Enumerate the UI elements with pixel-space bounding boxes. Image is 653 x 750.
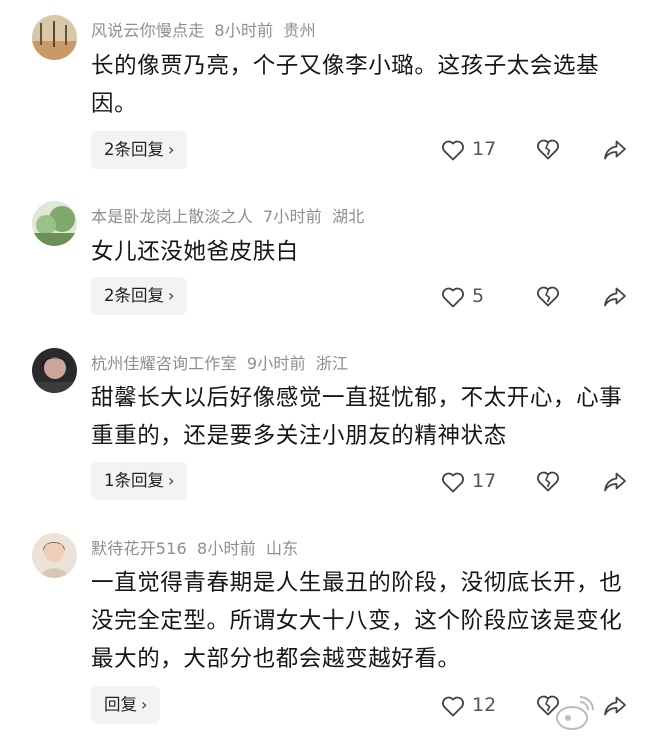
username[interactable]: 本是卧龙岗上散淡之人	[91, 207, 253, 226]
avatar[interactable]	[32, 15, 77, 60]
username[interactable]: 风说云你慢点走	[91, 21, 204, 40]
username[interactable]: 杭州佳耀咨询工作室	[91, 354, 237, 373]
comment-meta: 风说云你慢点走 8小时前 贵州	[91, 17, 326, 41]
timestamp: 7小时前	[263, 207, 322, 226]
heart-outline-icon[interactable]	[441, 471, 465, 497]
heart-outline-icon[interactable]	[441, 695, 465, 721]
broken-heart-icon[interactable]	[536, 470, 560, 496]
like-count: 5	[472, 285, 485, 307]
share-arrow-icon[interactable]	[603, 286, 627, 312]
comment-meta: 本是卧龙岗上散淡之人 7小时前 湖北	[91, 203, 374, 227]
comment-meta: 杭州佳耀咨询工作室 9小时前 浙江	[91, 350, 358, 374]
comment-meta: 默待花开516 8小时前 山东	[91, 535, 308, 559]
share-arrow-icon[interactable]	[603, 139, 627, 165]
comment-actions: 5	[0, 283, 653, 311]
comment-actions: 17	[0, 468, 653, 496]
location: 山东	[265, 539, 299, 558]
username[interactable]: 默待花开516	[91, 539, 187, 558]
location: 浙江	[315, 354, 349, 373]
like-count: 17	[472, 138, 497, 160]
broken-heart-icon[interactable]	[536, 285, 560, 311]
location: 贵州	[283, 21, 316, 40]
comment-text: 一直觉得青春期是人生最丑的阶段，没彻底长开，也没完全定型。所谓女大十八变，这个阶…	[91, 570, 623, 672]
like-count: 17	[472, 470, 497, 492]
timestamp: 9小时前	[246, 354, 306, 373]
comment-text: 甜馨长大以后好像感觉一直挺忧郁，不太开心，心事重重的，还是要多关注小朋友的精神状…	[91, 385, 623, 449]
comment-text: 长的像贾乃亮，个子又像李小璐。这孩子太会选基因。	[91, 53, 600, 117]
watermark-logo	[548, 688, 650, 738]
avatar[interactable]	[32, 533, 77, 578]
timestamp: 8小时前	[214, 21, 274, 40]
comment-text: 女儿还没她爸皮肤白	[91, 239, 299, 265]
avatar[interactable]	[32, 348, 77, 393]
heart-outline-icon[interactable]	[441, 139, 465, 165]
comment-actions: 17	[0, 136, 653, 164]
heart-outline-icon[interactable]	[441, 286, 465, 312]
broken-heart-icon[interactable]	[536, 138, 560, 164]
like-count: 12	[472, 694, 497, 716]
avatar[interactable]	[32, 201, 77, 246]
share-arrow-icon[interactable]	[603, 471, 627, 497]
location: 湖北	[332, 207, 365, 226]
timestamp: 8小时前	[196, 539, 256, 558]
